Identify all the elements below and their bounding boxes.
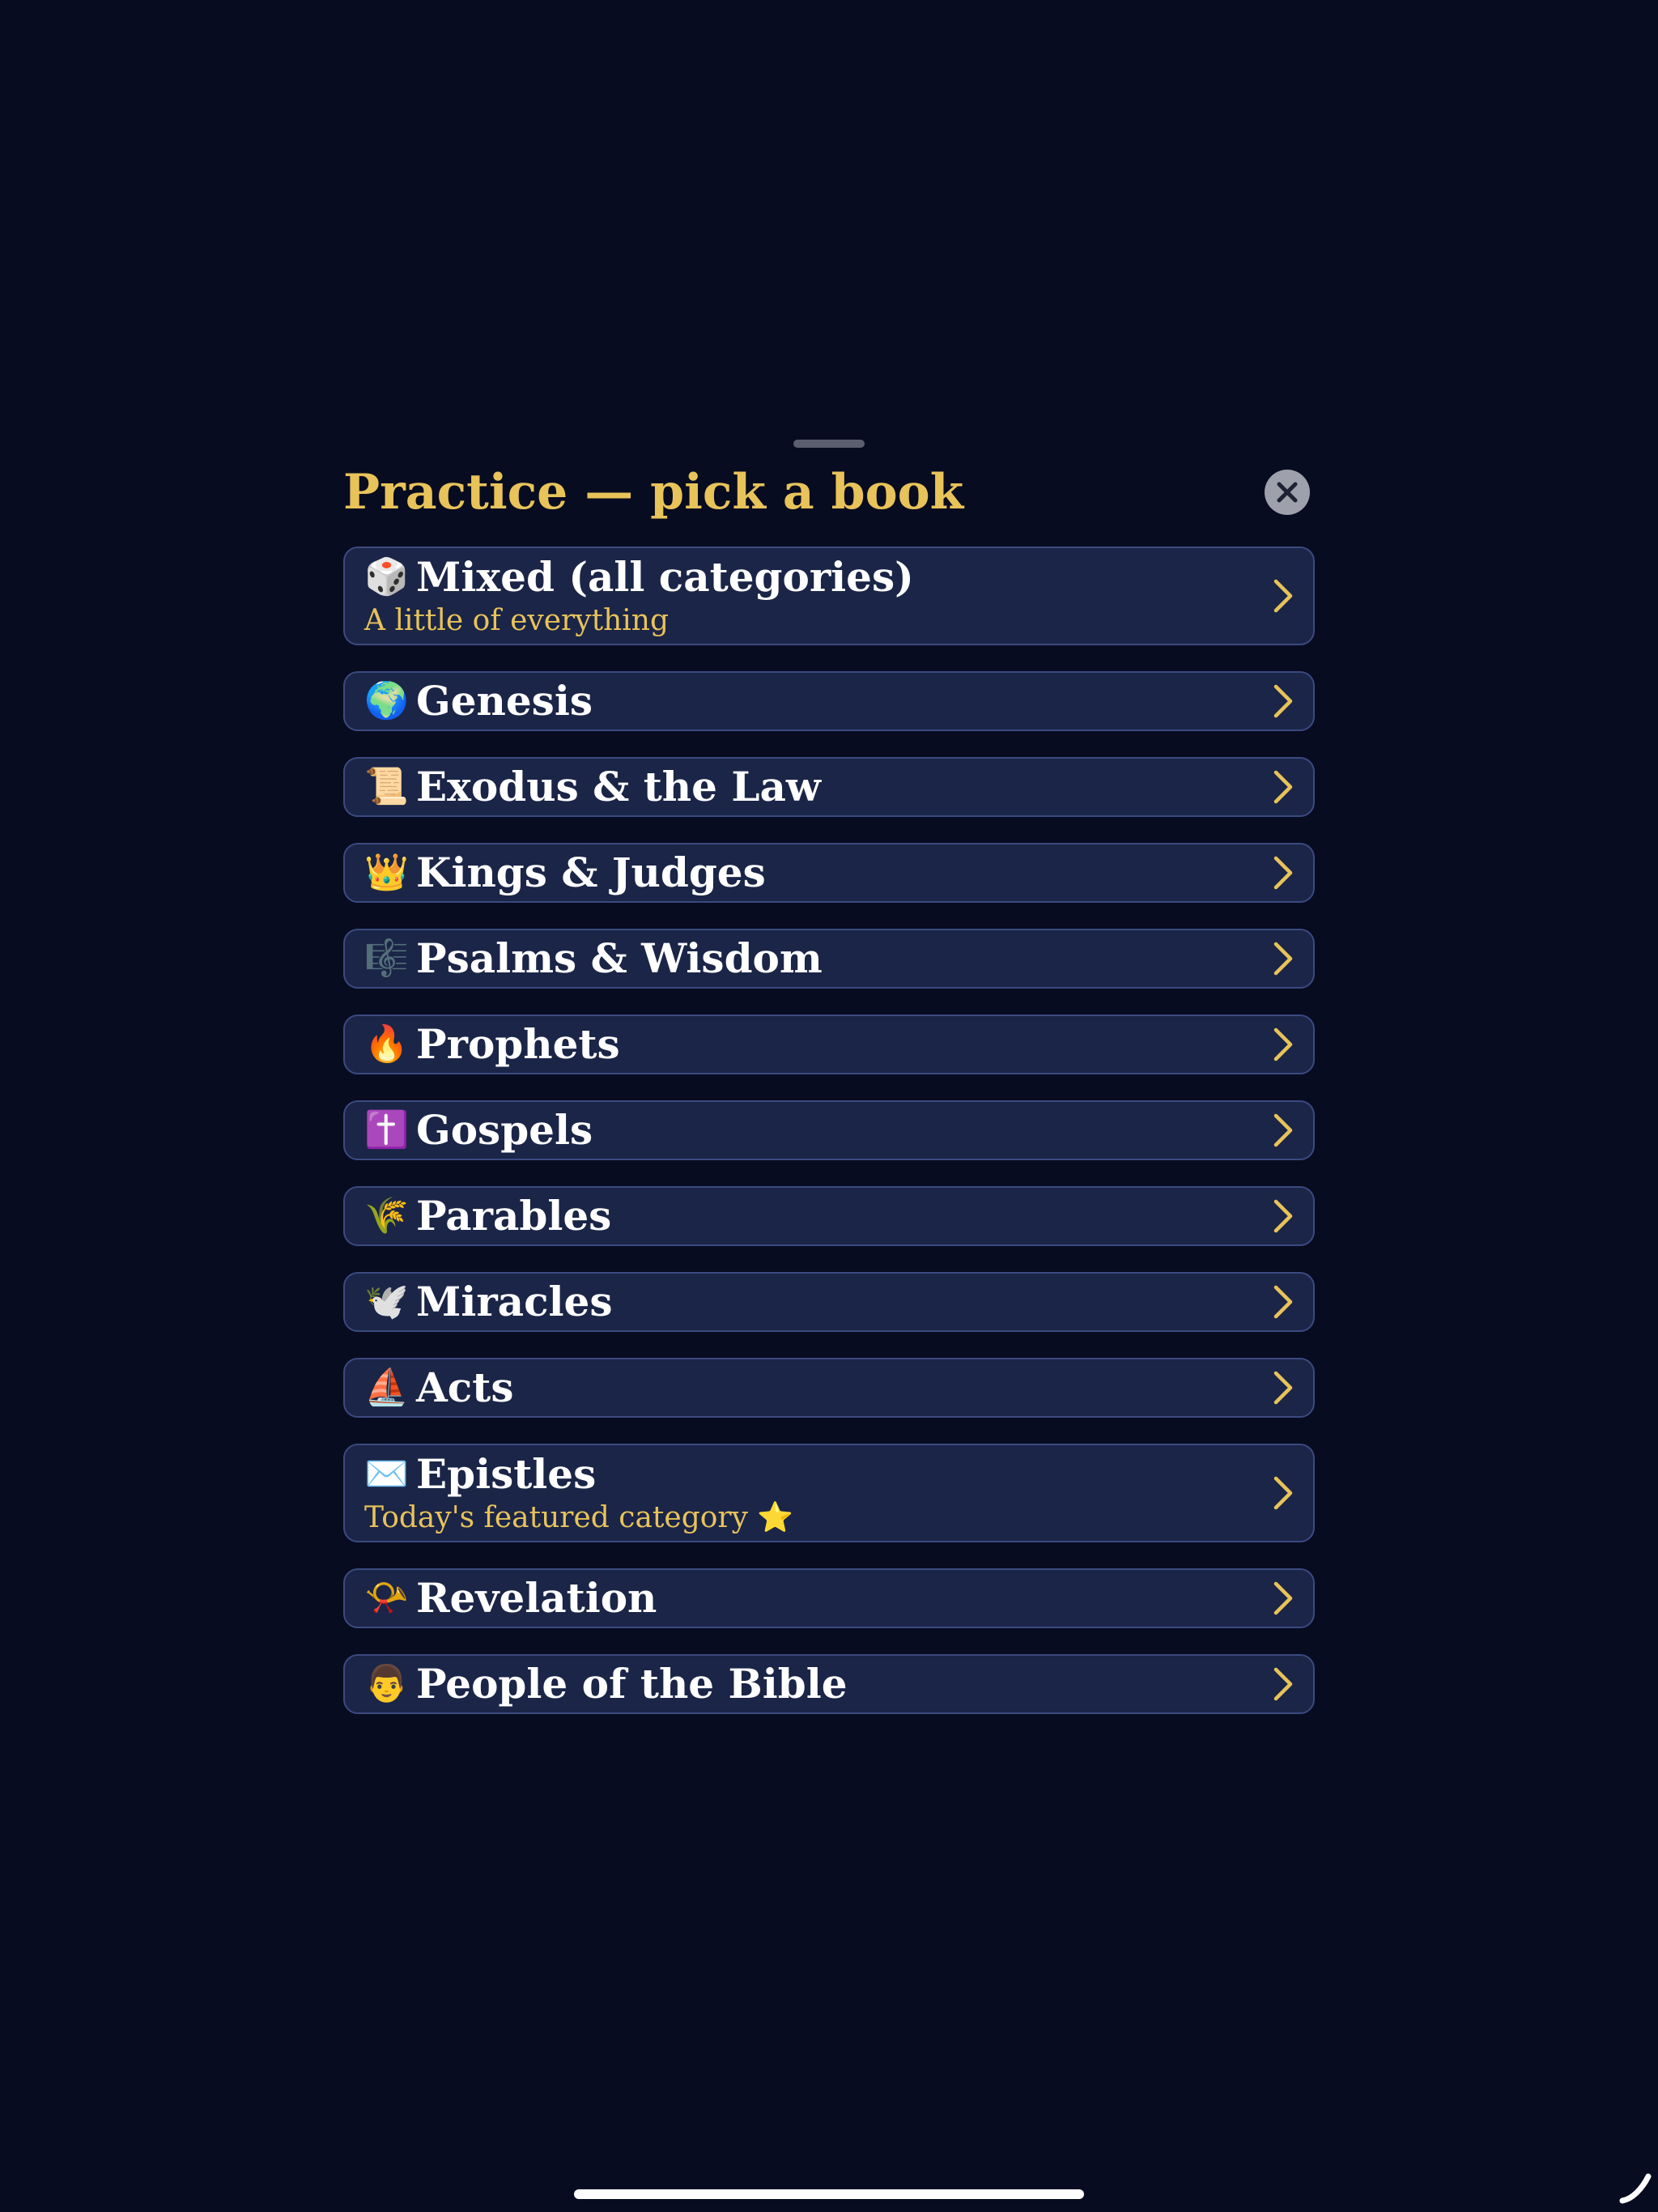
chevron-right-icon [1273, 579, 1293, 613]
book-row-main: 🎲 Mixed (all categories) [364, 555, 1313, 600]
book-row[interactable]: 🌍 Genesis [343, 671, 1315, 731]
chevron-right-icon [1273, 1581, 1293, 1615]
book-row-main: 🌍 Genesis [364, 678, 1313, 724]
close-icon [1277, 482, 1298, 503]
chevron-right-icon [1273, 770, 1293, 804]
book-row-main: 📜 Exodus & the Law [364, 764, 1313, 810]
book-row[interactable]: 📜 Exodus & the Law [343, 757, 1315, 817]
book-row[interactable]: 🕊️ Miracles [343, 1272, 1315, 1332]
book-row-main: 👨 People of the Bible [364, 1661, 1313, 1707]
person-icon: 👨 [364, 1663, 409, 1704]
book-label: Parables [416, 1192, 612, 1240]
book-subtitle: A little of everything [364, 604, 669, 637]
book-label: Mixed (all categories) [416, 553, 914, 601]
chevron-right-icon [1273, 1113, 1293, 1147]
chevron-right-icon [1273, 1285, 1293, 1319]
chevron-right-icon [1273, 856, 1293, 890]
book-label: Psalms & Wisdom [416, 934, 823, 982]
book-row-main: ✉️ Epistles [364, 1452, 1313, 1497]
book-row[interactable]: 🌾 Parables [343, 1186, 1315, 1246]
book-label: Genesis [416, 677, 593, 725]
chevron-right-icon [1273, 1476, 1293, 1510]
die-icon: 🎲 [364, 556, 409, 598]
book-row[interactable]: 🎼 Psalms & Wisdom [343, 929, 1315, 989]
book-label: Revelation [416, 1574, 657, 1622]
book-row[interactable]: 🔥 Prophets [343, 1015, 1315, 1074]
dove-icon: 🕊️ [364, 1281, 409, 1322]
book-label: People of the Bible [416, 1660, 848, 1708]
book-row-main: ⛵ Acts [364, 1365, 1313, 1410]
chevron-right-icon [1273, 942, 1293, 976]
chevron-right-icon [1273, 1371, 1293, 1405]
chevron-right-icon [1273, 1027, 1293, 1061]
book-label: Epistles [416, 1450, 597, 1498]
sailboat-icon: ⛵ [364, 1367, 409, 1408]
globe-icon: 🌍 [364, 680, 409, 721]
book-row-main: 🔥 Prophets [364, 1022, 1313, 1067]
book-row[interactable]: 👨 People of the Bible [343, 1654, 1315, 1714]
book-label: Gospels [416, 1106, 593, 1154]
scroll-icon: 📜 [364, 766, 409, 807]
home-indicator[interactable] [574, 2189, 1084, 2199]
book-row-main: 🎼 Psalms & Wisdom [364, 936, 1313, 981]
close-button[interactable] [1265, 470, 1310, 515]
book-row-main: ✝️ Gospels [364, 1108, 1313, 1153]
book-label: Miracles [416, 1278, 613, 1325]
book-subtitle: Today's featured category ⭐ [364, 1501, 794, 1534]
book-label: Acts [416, 1363, 514, 1411]
book-label: Exodus & the Law [416, 763, 821, 810]
cross-icon: ✝️ [364, 1109, 409, 1151]
book-row[interactable]: 📯 Revelation [343, 1568, 1315, 1628]
book-row[interactable]: ✉️ Epistles Today's featured category ⭐ [343, 1444, 1315, 1542]
pencil-stroke-icon [1619, 2173, 1652, 2204]
book-label: Prophets [416, 1020, 620, 1068]
crown-icon: 👑 [364, 852, 409, 893]
book-row-main: 🌾 Parables [364, 1193, 1313, 1239]
sheet-drag-handle[interactable] [793, 440, 865, 448]
chevron-right-icon [1273, 1667, 1293, 1701]
book-row[interactable]: 👑 Kings & Judges [343, 843, 1315, 903]
chevron-right-icon [1273, 1199, 1293, 1233]
envelope-icon: ✉️ [364, 1453, 409, 1495]
book-row[interactable]: ✝️ Gospels [343, 1100, 1315, 1160]
book-row[interactable]: ⛵ Acts [343, 1358, 1315, 1418]
book-list: 🎲 Mixed (all categories) A little of every… [343, 547, 1315, 1740]
wheat-icon: 🌾 [364, 1195, 409, 1236]
book-label: Kings & Judges [416, 849, 766, 896]
book-row-main: 📯 Revelation [364, 1576, 1313, 1621]
book-row-main: 🕊️ Miracles [364, 1279, 1313, 1325]
fire-icon: 🔥 [364, 1023, 409, 1065]
music-score-icon: 🎼 [364, 938, 409, 979]
horn-icon: 📯 [364, 1577, 409, 1619]
book-row[interactable]: 🎲 Mixed (all categories) A little of every… [343, 547, 1315, 645]
sheet-title: Practice — pick a book [343, 464, 964, 521]
chevron-right-icon [1273, 684, 1293, 718]
book-row-main: 👑 Kings & Judges [364, 850, 1313, 895]
